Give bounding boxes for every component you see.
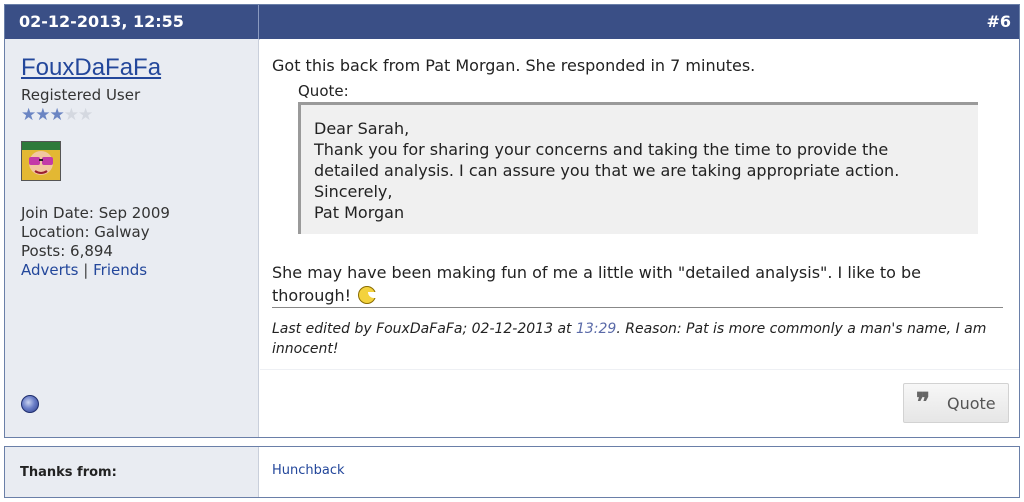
adverts-link[interactable]: Adverts <box>21 261 79 279</box>
quote-line: Pat Morgan <box>314 203 405 222</box>
quote-button[interactable]: ❞ Quote <box>903 383 1009 423</box>
friends-link[interactable]: Friends <box>93 261 147 279</box>
star-icon: ★ <box>49 105 65 125</box>
star-icon: ★ <box>21 105 36 125</box>
quote-line: Sincerely, <box>314 182 393 201</box>
edit-time: 13:29 <box>575 321 617 337</box>
post-content: Got this back from Pat Morgan. She respo… <box>260 39 1019 437</box>
content-divider <box>260 369 1019 370</box>
quote-label: Quote: <box>298 82 349 100</box>
message-intro: Got this back from Pat Morgan. She respo… <box>272 56 756 75</box>
post-count: Posts: 6,894 <box>21 242 113 260</box>
location: Location: Galway <box>21 223 150 241</box>
join-date: Join Date: Sep 2009 <box>21 204 170 222</box>
quote-block: Dear Sarah, Thank you for sharing your c… <box>298 102 978 234</box>
star-icon: ★ <box>35 105 50 125</box>
message-outro-text: thorough! <box>272 286 352 305</box>
quote-button-label: Quote <box>947 394 996 413</box>
edit-divider <box>272 307 1003 308</box>
post-date: 02-12-2013, 12:55 <box>19 12 184 31</box>
avatar-image <box>22 142 60 180</box>
edit-prefix: Last edited by FouxDaFaFa; 02-12-2013 at <box>272 321 576 337</box>
star-empty-icon: ★ <box>63 105 79 125</box>
post: 02-12-2013, 12:55 #6 FouxDaFaFa Register… <box>4 4 1020 438</box>
user-offline-icon <box>21 395 39 413</box>
thanks-panel: Thanks from: Hunchback <box>4 446 1020 498</box>
edit-note: Last edited by FouxDaFaFa; 02-12-2013 at… <box>272 319 1003 359</box>
thanks-user-link[interactable]: Hunchback <box>272 463 345 478</box>
star-empty-icon: ★ <box>78 105 93 125</box>
thanks-label-cell: Thanks from: <box>5 447 259 497</box>
quote-line: Dear Sarah, <box>314 119 410 138</box>
quote-line: detailed analysis. I can assure you that… <box>314 161 900 180</box>
quote-line: Thank you for sharing your concerns and … <box>314 140 889 159</box>
user-info-panel: FouxDaFaFa Registered User ★★★★★ Join Da… <box>5 39 259 437</box>
reputation-stars: ★★★★★ <box>21 105 93 125</box>
header-divider <box>258 5 259 39</box>
username-link[interactable]: FouxDaFaFa <box>21 54 161 82</box>
user-links: Adverts | Friends <box>21 261 170 280</box>
link-separator: | <box>83 261 89 279</box>
post-header: 02-12-2013, 12:55 #6 <box>5 5 1019 40</box>
user-stats: Join Date: Sep 2009 Location: Galway Pos… <box>21 204 170 280</box>
user-title: Registered User <box>21 86 141 104</box>
quote-icon: ❞ <box>916 388 930 418</box>
message-outro-line: She may have been making fun of me a lit… <box>272 263 922 282</box>
user-avatar[interactable] <box>21 141 61 181</box>
post-number-link[interactable]: #6 <box>986 12 1011 31</box>
message-outro-line-2: thorough! <box>272 283 377 305</box>
thanks-label: Thanks from: <box>20 465 117 480</box>
pacman-smiley-icon <box>358 286 377 304</box>
